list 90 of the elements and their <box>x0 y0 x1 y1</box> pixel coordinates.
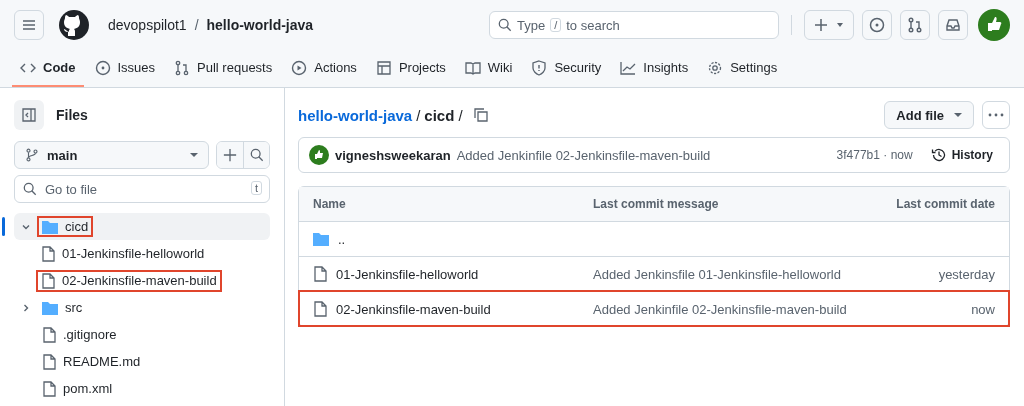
search-icon <box>498 18 512 32</box>
folder-icon <box>42 219 58 234</box>
column-header: Last commit date <box>895 197 995 211</box>
nav-tab[interactable]: Insights <box>612 50 697 87</box>
path-separator: / <box>416 106 421 124</box>
table-icon <box>375 59 392 76</box>
plus-icon <box>814 18 828 32</box>
graph-icon <box>620 59 637 76</box>
owner-link[interactable]: devopspilot1 <box>108 17 187 33</box>
tree-item[interactable]: 01-Jenkinsfile-helloworld <box>14 240 270 267</box>
sidebar-panel-icon <box>21 107 37 123</box>
file-icon <box>313 301 327 317</box>
file-link[interactable]: 01-Jenkinsfile-helloworld <box>336 266 479 282</box>
inbox-icon <box>945 17 961 33</box>
add-file-dropdown[interactable]: Add file <box>884 101 974 129</box>
nav-tab[interactable]: Actions <box>283 50 365 87</box>
file-link[interactable]: 02-Jenkinsfile-maven-build <box>336 301 491 317</box>
commit-author[interactable]: vigneshsweekaran <box>335 147 451 163</box>
commit-message[interactable]: Added Jenkinfile 02-Jenkinsfile-maven-build <box>456 147 711 163</box>
nav-tab[interactable]: Pull requests <box>166 50 281 87</box>
search-hint: to search <box>566 17 620 33</box>
search-field[interactable]: Type / to search <box>489 11 779 39</box>
issue-icon <box>94 59 111 76</box>
nav-tab[interactable]: Projects <box>367 50 454 87</box>
pull-request-icon <box>907 17 923 33</box>
play-icon <box>291 59 308 76</box>
nav-tab[interactable]: Wiki <box>456 50 521 87</box>
issue-icon <box>869 17 885 33</box>
file-icon <box>41 245 55 262</box>
pull-request-icon <box>174 59 191 76</box>
nav-tab[interactable]: Security <box>523 50 610 87</box>
tree-item[interactable]: cicd <box>14 213 270 240</box>
shield-icon <box>531 59 548 76</box>
commit-date: yesterday <box>938 266 995 282</box>
collapse-sidebar-button[interactable] <box>14 100 44 130</box>
shortcut-key: / <box>550 18 562 32</box>
avatar-icon[interactable] <box>978 9 1010 41</box>
menu-button[interactable] <box>14 10 44 40</box>
search-button[interactable] <box>243 142 269 168</box>
selection-indicator <box>2 217 5 236</box>
search-icon <box>249 148 264 162</box>
branch-selector[interactable]: main <box>14 141 209 169</box>
column-header: Name <box>313 197 347 211</box>
inbox-button[interactable] <box>938 10 968 40</box>
caret-icon <box>836 21 844 29</box>
issues-button[interactable] <box>862 10 892 40</box>
repo-link[interactable]: hello-world-java <box>206 17 314 33</box>
commit-message[interactable]: Added Jenkinfile 02-Jenkinsfile-maven-build <box>593 301 847 317</box>
path-separator: / <box>194 17 199 33</box>
caret-icon <box>954 111 962 119</box>
avatar-icon <box>309 145 329 165</box>
create-button[interactable] <box>804 10 854 40</box>
file-icon <box>313 266 327 282</box>
history-icon <box>930 147 947 163</box>
menu-icon <box>21 17 37 33</box>
more-icon <box>988 113 1004 117</box>
column-header: Last commit message <box>593 197 720 211</box>
caret-icon <box>190 151 198 159</box>
file-icon <box>42 353 56 370</box>
add-file-button[interactable] <box>217 142 243 168</box>
commit-date: now <box>971 301 995 317</box>
search-hint: Type <box>517 17 546 33</box>
nav-tab[interactable]: Issues <box>86 50 164 87</box>
search-icon <box>23 182 37 196</box>
file-icon <box>42 326 56 343</box>
file-link[interactable]: .. <box>338 231 346 247</box>
commit-message[interactable]: Added Jenkinsfile 01-Jenkinsfile-helloworld <box>593 266 841 282</box>
octocat-logo-icon[interactable] <box>58 9 90 41</box>
file-icon <box>42 380 56 397</box>
branch-icon <box>25 148 39 162</box>
copy-icon[interactable] <box>472 107 489 123</box>
repo-link[interactable]: hello-world-java <box>298 106 413 124</box>
tree-item[interactable]: src <box>14 294 270 321</box>
plus-icon <box>223 148 237 162</box>
book-icon <box>464 59 481 76</box>
sidebar-title: Files <box>56 107 88 123</box>
nav-tab[interactable]: Code <box>12 50 84 87</box>
tree-item[interactable]: README.md <box>14 348 270 375</box>
folder-icon <box>42 300 58 315</box>
folder-icon <box>313 232 329 246</box>
nav-tab[interactable]: Settings <box>699 50 786 87</box>
commit-hash-time[interactable]: 3f477b1 · now <box>836 148 913 162</box>
folder-name: cicd <box>424 106 455 124</box>
gear-icon <box>707 59 724 76</box>
tree-item[interactable]: pom.xml <box>14 375 270 402</box>
tree-item[interactable]: .gitignore <box>14 321 270 348</box>
path-separator: / <box>458 106 463 124</box>
file-icon <box>41 272 55 289</box>
pull-requests-button[interactable] <box>900 10 930 40</box>
history-button[interactable]: History <box>924 146 999 164</box>
